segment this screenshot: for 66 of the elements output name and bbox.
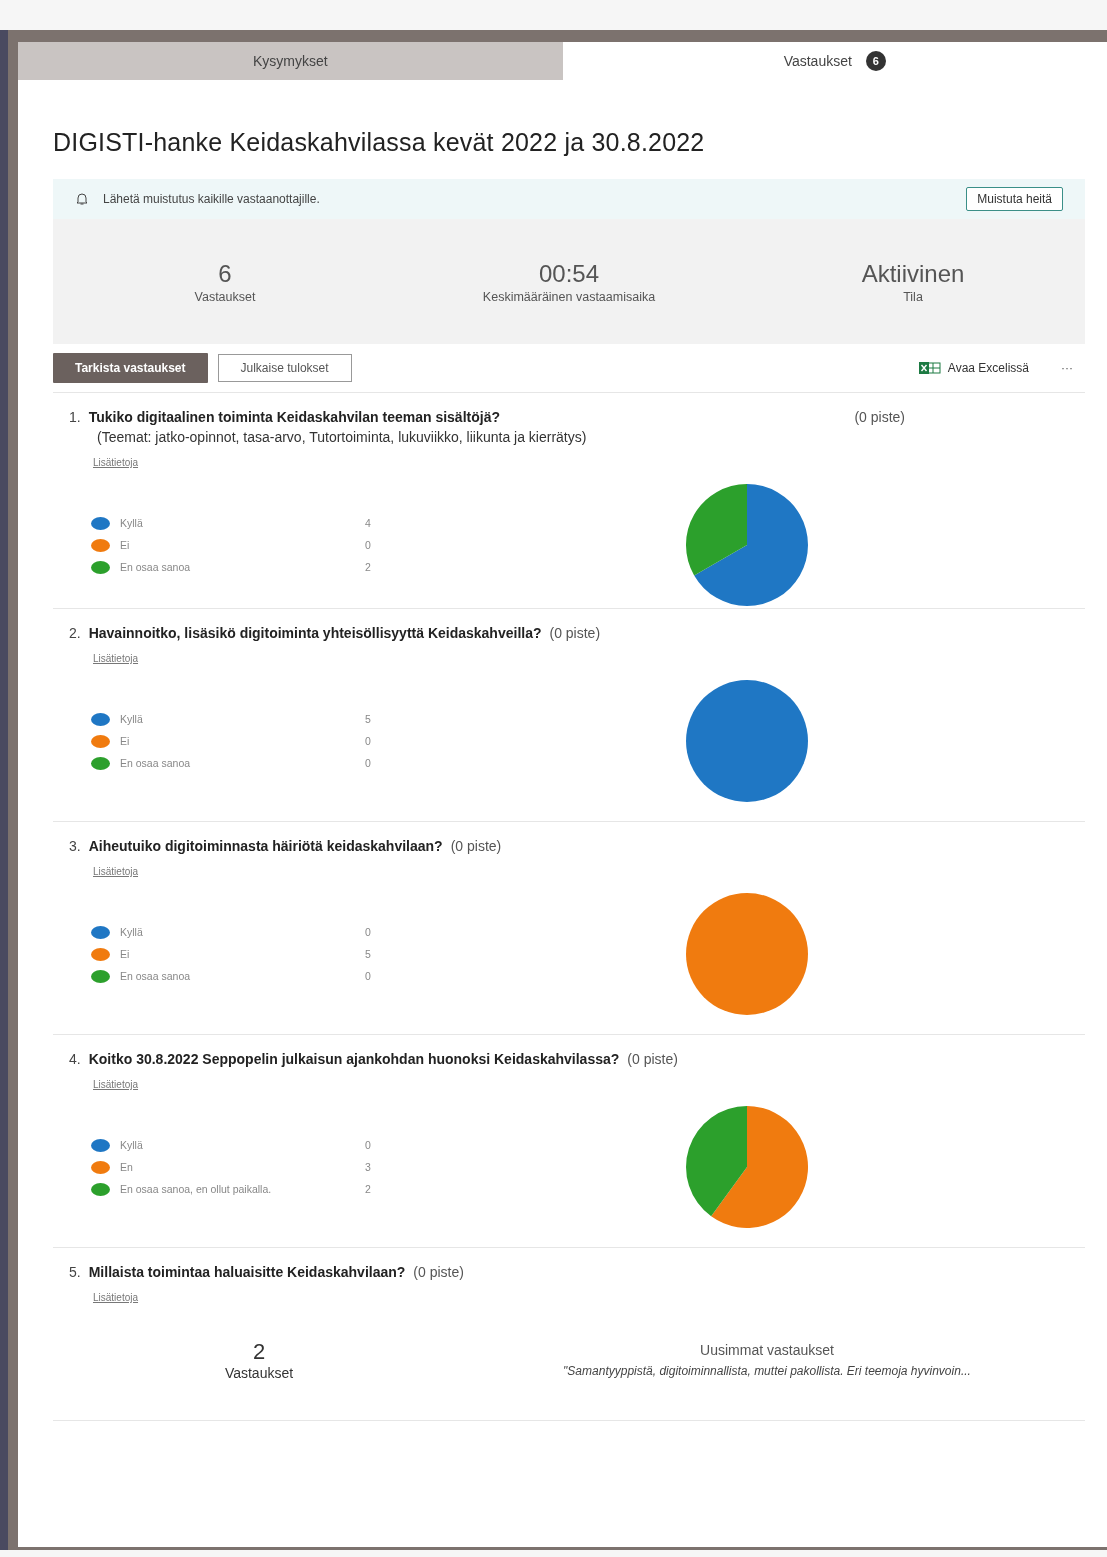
question-text: Tukiko digitaalinen toiminta Keidaskahvilan teeman sisältöjä?	[88, 409, 500, 425]
stat-value: 00:54	[538, 259, 600, 288]
more-info-link[interactable]: Lisätietoja	[93, 457, 139, 468]
latest-responses-title: Uusimmat vastaukset	[700, 1342, 834, 1358]
stat-label: Tila	[903, 289, 923, 304]
survey-title: DIGISTI-hanke Keidaskahvilassa kevät 2022 ja 30.8.2022	[53, 128, 706, 157]
legend-label: En osaa sanoa	[120, 757, 192, 769]
latest-response: "Samantyyppistä, digitoiminnallista, muttei pakollista. Eri teemoja hyvinvoin...	[563, 1364, 971, 1378]
question-text: Aiheutuiko digitoiminnasta häiriötä keidaskahvilaan?	[88, 838, 443, 854]
points-label: (0 piste)	[549, 625, 601, 641]
question-text: Koitko 30.8.2022 Seppopelin julkaisun ajankohdan huonoksi Keidaskahvilassa?	[88, 1051, 620, 1067]
more-info-link[interactable]: Lisätietoja	[93, 653, 139, 664]
tab[interactable]: Kysymykset	[18, 42, 563, 80]
stat-value: 6	[218, 259, 232, 288]
legend-label: En osaa sanoa	[120, 561, 192, 573]
remind-button[interactable]: Muistuta heitä	[966, 187, 1063, 211]
legend-count: 2	[365, 561, 372, 573]
question-number: 2.	[69, 625, 81, 641]
response-count: 2	[252, 1339, 266, 1365]
legend-label: Kyllä	[120, 713, 144, 725]
more-info-link[interactable]: Lisätietoja	[93, 1292, 139, 1303]
legend-label: Kyllä	[120, 1139, 144, 1151]
publish-button[interactable]: Julkaise tulokset	[217, 354, 352, 382]
question-number: 1.	[69, 409, 81, 425]
legend-count: 0	[365, 539, 372, 551]
stat-label: Keskimääräinen vastaamisaika	[482, 289, 656, 304]
legend-label: Ei	[120, 948, 131, 960]
question-number: 3.	[69, 838, 81, 854]
legend-label: En osaa sanoa	[120, 970, 192, 982]
reminder-text: Lähetä muistutus kaikille vastaanottajille.	[103, 192, 320, 206]
count-badge: 6	[865, 51, 886, 71]
legend-count: 3	[365, 1161, 372, 1173]
legend-count: 0	[365, 970, 372, 982]
question-number: 5.	[69, 1264, 81, 1280]
legend-count: 0	[365, 1139, 372, 1151]
points-label: (0 piste)	[627, 1051, 678, 1067]
legend-label: Ei	[120, 539, 131, 551]
legend-label: En	[120, 1161, 134, 1173]
review-button[interactable]: Tarkista vastaukset	[53, 353, 208, 383]
legend-count: 0	[365, 926, 372, 938]
response-count-label: Vastaukset	[224, 1365, 294, 1381]
more-button[interactable]: ···	[1055, 360, 1079, 376]
question-number: 4.	[69, 1051, 81, 1067]
points-label: (0 piste)	[450, 838, 502, 854]
legend-label: Ei	[120, 735, 131, 747]
legend-count: 2	[365, 1183, 372, 1195]
more-info-link[interactable]: Lisätietoja	[93, 866, 139, 877]
excel-button[interactable]: Avaa Excelissä	[912, 360, 1035, 376]
question-text: Havainnoitko, lisäsikö digitoiminta yhteisöllisyyttä Keidaskahveilla?	[88, 625, 542, 641]
points-label: (0 piste)	[413, 1264, 464, 1280]
more-info-link[interactable]: Lisätietoja	[93, 1079, 139, 1090]
legend-label: Kyllä	[120, 926, 144, 938]
stat-label: Vastaukset	[194, 289, 256, 304]
spreadsheet-icon	[918, 361, 941, 375]
legend-count: 5	[365, 713, 372, 725]
legend-count: 0	[365, 735, 372, 747]
legend-count: 4	[365, 517, 372, 529]
stat-value: Aktiivinen	[861, 259, 965, 288]
legend-count: 0	[365, 757, 372, 769]
legend-count: 5	[365, 948, 372, 960]
points-label: (0 piste)	[854, 409, 905, 425]
legend-label: Kyllä	[120, 517, 144, 529]
bell-icon	[75, 192, 89, 206]
question-text: Millaista toimintaa haluaisitte Keidaskahvilaan?	[88, 1264, 406, 1280]
legend-label: En osaa sanoa, en ollut paikalla.	[120, 1183, 273, 1195]
question-subtitle: (Teemat: jatko-opinnot, tasa-arvo, Tutortoiminta, lukuviikko, liikunta ja kierrätys)	[97, 429, 588, 445]
